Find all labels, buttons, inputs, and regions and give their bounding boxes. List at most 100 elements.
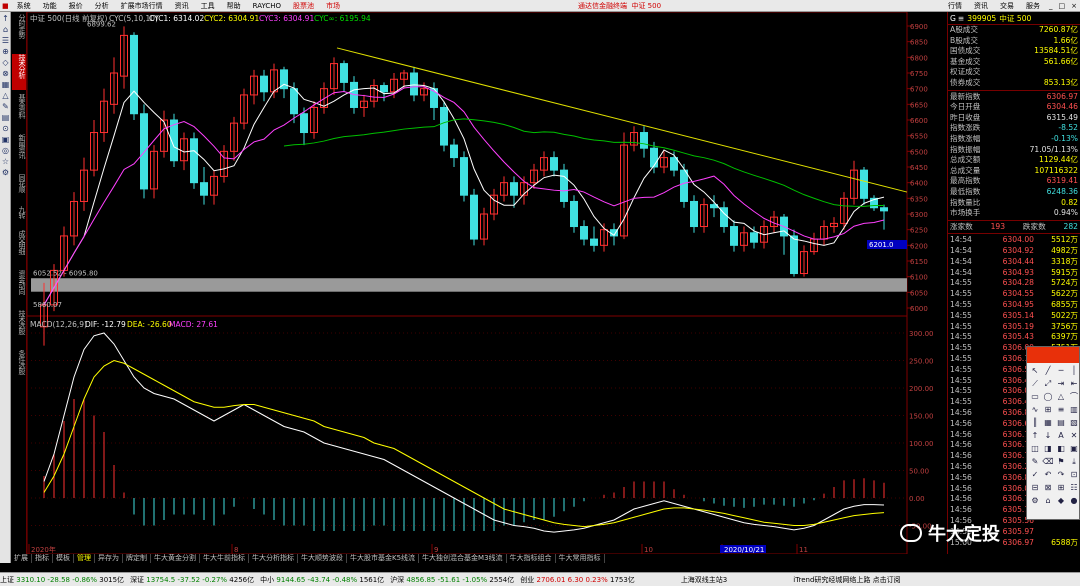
draw-tool-icon-14[interactable]: ≡ xyxy=(1055,404,1067,416)
nav-tab-8[interactable]: 技术选股 xyxy=(12,310,26,346)
draw-tool-icon-22[interactable]: A xyxy=(1055,430,1067,442)
draw-tool-icon-2[interactable]: ─ xyxy=(1055,365,1067,377)
draw-tool-icon-33[interactable]: ↶ xyxy=(1042,469,1054,481)
draw-tool-icon-34[interactable]: ↷ xyxy=(1055,469,1067,481)
expand-label[interactable]: 扩展 xyxy=(11,554,32,563)
menu-item-8[interactable]: RAYCHO xyxy=(247,0,287,12)
draw-tool-icon-29[interactable]: ⌫ xyxy=(1042,456,1054,468)
indicator-tab-8[interactable]: 牛大顺势波段 xyxy=(298,554,347,563)
left-tool-icon-6[interactable]: ▦ xyxy=(1,80,10,89)
minimize-icon[interactable]: _ xyxy=(1046,0,1056,12)
nav-tab-0[interactable]: 分时走势 xyxy=(12,14,26,50)
left-tool-icon-1[interactable]: ⌂ xyxy=(1,25,10,34)
draw-tool-icon-24[interactable]: ◫ xyxy=(1029,443,1041,455)
draw-tool-icon-20[interactable]: ↑ xyxy=(1029,430,1041,442)
draw-tool-icon-12[interactable]: ∿ xyxy=(1029,404,1041,416)
draw-tool-icon-4[interactable]: ⟋ xyxy=(1029,378,1041,390)
draw-tool-icon-27[interactable]: ▣ xyxy=(1068,443,1080,455)
left-tool-icon-12[interactable]: ◎ xyxy=(1,146,10,155)
draw-tool-icon-42[interactable]: ◆ xyxy=(1055,495,1067,507)
indicator-tab-7[interactable]: 牛大分析指标 xyxy=(249,554,298,563)
menu-item-3[interactable]: 分析 xyxy=(89,0,115,12)
chart-canvas[interactable]: 6900 6850 6800 6750 6700 6650 6600 6550 6500 6450… xyxy=(27,12,947,554)
draw-tool-icon-5[interactable]: ⤢ xyxy=(1042,378,1054,390)
left-tool-icon-7[interactable]: △ xyxy=(1,91,10,100)
draw-tool-icon-39[interactable]: ☷ xyxy=(1068,482,1080,494)
menu-item-6[interactable]: 工具 xyxy=(195,0,221,12)
menu-item-1[interactable]: 功能 xyxy=(37,0,63,12)
market-index-4[interactable]: 创业 2706.01 6.30 0.23% 1753亿 xyxy=(520,575,635,585)
nav-tab-5[interactable]: 九转 xyxy=(12,206,26,226)
indicator-tab-0[interactable]: 指标 xyxy=(32,554,53,563)
left-tool-icon-3[interactable]: ⊕ xyxy=(1,47,10,56)
menu-item-7[interactable]: 帮助 xyxy=(221,0,247,12)
menu-item-4[interactable]: 扩展市场行情 xyxy=(115,0,169,12)
menu-item-9[interactable]: 股票池 xyxy=(287,0,320,12)
draw-tool-icon-19[interactable]: ▧ xyxy=(1068,417,1080,429)
panel-menu-icon[interactable]: ≡ xyxy=(958,14,964,23)
draw-tool-icon-43[interactable]: ● xyxy=(1068,495,1080,507)
nav-tab-1[interactable]: 技术分析 xyxy=(12,54,26,90)
menu-right-item-2[interactable]: 交易 xyxy=(994,0,1020,12)
indicator-tab-4[interactable]: 牌定制 xyxy=(123,554,151,563)
draw-tool-icon-18[interactable]: ▤ xyxy=(1055,417,1067,429)
restore-icon[interactable]: □ xyxy=(1056,0,1069,12)
drawing-toolbox[interactable]: ↖ ╱ ─ │ ⟋ ⤢ ⇥ ⇤ ▭ ◯ △ ⌒ ∿ ⊞ ≡ ▥ ║ ▦ ▤ ▧ ↑ ↓ A ✕ ◫ ◨ ◧ ▣ ✎ ⌫ ⚑ ⤓ ✓ ↶ ↷ ⊡ ⊟ ⊠ ⊞ ☷… xyxy=(1026,346,1080,520)
menu-item-2[interactable]: 报价 xyxy=(63,0,89,12)
menu-right-item-0[interactable]: 行情 xyxy=(942,0,968,12)
draw-tool-icon-21[interactable]: ↓ xyxy=(1042,430,1054,442)
toolbox-titlebar[interactable] xyxy=(1027,347,1079,363)
left-tool-icon-5[interactable]: ⊗ xyxy=(1,69,10,78)
menu-item-5[interactable]: 资讯 xyxy=(169,0,195,12)
left-tool-icon-2[interactable]: ☰ xyxy=(1,36,10,45)
market-index-1[interactable]: 深证 13754.5 -37.52 -0.27% 4256亿 xyxy=(130,575,254,585)
draw-tool-icon-1[interactable]: ╱ xyxy=(1042,365,1054,377)
indicator-tab-3[interactable]: 异存为 xyxy=(95,554,123,563)
draw-tool-icon-16[interactable]: ║ xyxy=(1029,417,1041,429)
draw-tool-icon-40[interactable]: ⚙ xyxy=(1029,495,1041,507)
nav-tab-6[interactable]: 成交明细 xyxy=(12,230,26,266)
draw-tool-icon-31[interactable]: ⤓ xyxy=(1068,456,1080,468)
draw-tool-icon-37[interactable]: ⊠ xyxy=(1042,482,1054,494)
close-icon[interactable]: × xyxy=(1068,0,1080,12)
kline-chart[interactable]: 6900 6850 6800 6750 6700 6650 6600 6550 6500 6450… xyxy=(27,12,947,554)
indicator-tab-10[interactable]: 牛大独创混合基金M3线流 xyxy=(419,554,507,563)
draw-tool-icon-8[interactable]: ▭ xyxy=(1029,391,1041,403)
left-tool-icon-14[interactable]: ⚙ xyxy=(1,168,10,177)
left-tool-icon-9[interactable]: ▤ xyxy=(1,113,10,122)
menu-item-10[interactable]: 市场 xyxy=(320,0,346,12)
market-index-0[interactable]: 上证 3310.10 -28.58 -0.86% 3015亿 xyxy=(0,575,124,585)
draw-tool-icon-23[interactable]: ✕ xyxy=(1068,430,1080,442)
draw-tool-icon-11[interactable]: ⌒ xyxy=(1068,391,1080,403)
draw-tool-icon-10[interactable]: △ xyxy=(1055,391,1067,403)
left-tool-icon-8[interactable]: ✎ xyxy=(1,102,10,111)
market-index-2[interactable]: 中小 9144.65 -43.74 -0.48% 1561亿 xyxy=(260,575,384,585)
left-tool-icon-0[interactable]: ↑ xyxy=(1,14,10,23)
draw-tool-icon-35[interactable]: ⊡ xyxy=(1068,469,1080,481)
draw-tool-icon-36[interactable]: ⊟ xyxy=(1029,482,1041,494)
menu-item-0[interactable]: 系统 xyxy=(11,0,37,12)
draw-tool-icon-26[interactable]: ◧ xyxy=(1055,443,1067,455)
menu-right-item-3[interactable]: 服务 xyxy=(1020,0,1046,12)
draw-tool-icon-7[interactable]: ⇤ xyxy=(1068,378,1080,390)
indicator-tab-5[interactable]: 牛大黄金分割 xyxy=(151,554,200,563)
draw-tool-icon-6[interactable]: ⇥ xyxy=(1055,378,1067,390)
indicator-tab-1[interactable]: 模板 xyxy=(53,554,74,563)
nav-tab-4[interactable]: 同花顺 xyxy=(12,174,26,202)
draw-tool-icon-25[interactable]: ◨ xyxy=(1042,443,1054,455)
nav-tab-2[interactable]: 基本资料 xyxy=(12,94,26,130)
draw-tool-icon-17[interactable]: ▦ xyxy=(1042,417,1054,429)
draw-tool-icon-28[interactable]: ✎ xyxy=(1029,456,1041,468)
nav-tab-3[interactable]: 新闻资讯 xyxy=(12,134,26,170)
nav-tab-7[interactable]: 资金动向 xyxy=(12,270,26,306)
draw-tool-icon-30[interactable]: ⚑ xyxy=(1055,456,1067,468)
draw-tool-icon-0[interactable]: ↖ xyxy=(1029,365,1041,377)
menu-right-item-1[interactable]: 资讯 xyxy=(968,0,994,12)
itrend-label[interactable]: iTrend研究经城网络上路 点击订阅 xyxy=(793,575,900,585)
indicator-tab-9[interactable]: 牛大股市基金K5线流 xyxy=(347,554,420,563)
draw-tool-icon-3[interactable]: │ xyxy=(1068,365,1080,377)
indicator-tab-6[interactable]: 牛大牛前指标 xyxy=(200,554,249,563)
draw-tool-icon-13[interactable]: ⊞ xyxy=(1042,404,1054,416)
indicator-tab-12[interactable]: 牛大常用指标 xyxy=(556,554,605,563)
left-tool-icon-11[interactable]: ▣ xyxy=(1,135,10,144)
